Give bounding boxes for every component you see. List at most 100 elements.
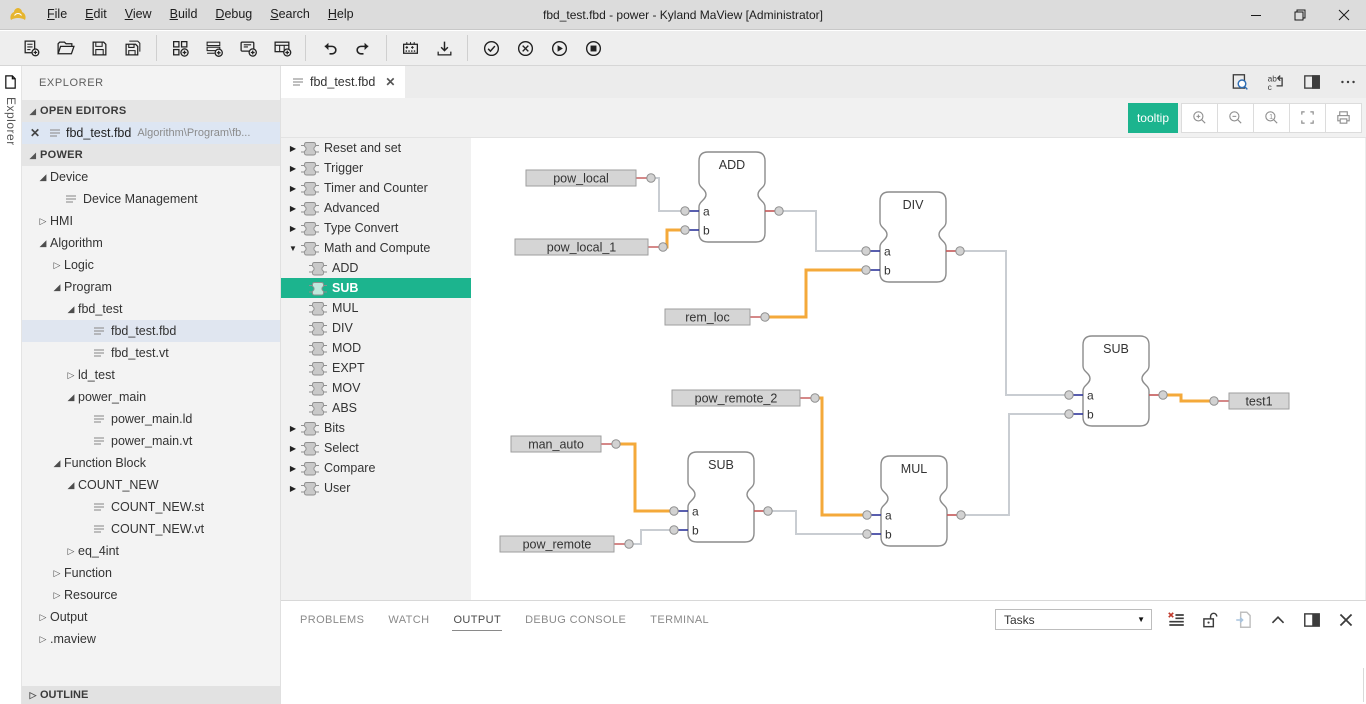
input-port-icon[interactable] (862, 247, 870, 255)
zoom-out-button[interactable] (1217, 103, 1254, 133)
library-item-add[interactable]: ADD (281, 258, 471, 278)
new-project-button[interactable] (163, 34, 197, 62)
zoom-in-button[interactable] (1181, 103, 1218, 133)
label-port-icon[interactable] (1210, 397, 1218, 405)
tree-item-eq-4int[interactable]: ▷eq_4int (22, 540, 280, 562)
library-item-expt[interactable]: EXPT (281, 358, 471, 378)
menu-view[interactable]: View (116, 0, 161, 29)
clear-output-button[interactable] (1166, 610, 1186, 630)
input-port-icon[interactable] (863, 530, 871, 538)
fit-screen-button[interactable] (1289, 103, 1326, 133)
library-item-timer-and-counter[interactable]: ▶Timer and Counter (281, 178, 471, 198)
label-port-icon[interactable] (625, 540, 633, 548)
fbd-block-sub-sub1[interactable]: SUBab (1069, 336, 1163, 426)
menu-debug[interactable]: Debug (206, 0, 261, 29)
download-button[interactable] (427, 34, 461, 62)
library-item-reset-and-set[interactable]: ▶Reset and set (281, 138, 471, 158)
library-item-mod[interactable]: MOD (281, 338, 471, 358)
panel-tab-debug-console[interactable]: DEBUG CONSOLE (524, 609, 627, 630)
menu-help[interactable]: Help (319, 0, 363, 29)
chevron-expanded-icon[interactable]: ▼ (286, 244, 300, 253)
replace-icon[interactable]: abc (1266, 72, 1286, 92)
variable-label-pow_remote[interactable]: pow_remote (500, 536, 614, 552)
tree-item-device-management[interactable]: Device Management (22, 188, 280, 210)
output-port-icon[interactable] (1159, 391, 1167, 399)
menu-search[interactable]: Search (261, 0, 319, 29)
tree-item-ld-test[interactable]: ▷ld_test (22, 364, 280, 386)
preview-icon[interactable] (1230, 72, 1250, 92)
collapse-button[interactable] (1268, 610, 1288, 630)
panel-tab-problems[interactable]: PROBLEMS (299, 609, 365, 630)
run-button[interactable] (542, 34, 576, 62)
compile-button[interactable] (393, 34, 427, 62)
library-item-type-convert[interactable]: ▶Type Convert (281, 218, 471, 238)
library-item-advanced[interactable]: ▶Advanced (281, 198, 471, 218)
tree-item-device[interactable]: ◢Device (22, 166, 280, 188)
variable-label-man_auto[interactable]: man_auto (511, 436, 601, 452)
panel-tab-terminal[interactable]: TERMINAL (649, 609, 710, 630)
variable-label-pow_local[interactable]: pow_local (526, 170, 636, 186)
validate-button[interactable] (474, 34, 508, 62)
save-all-button[interactable] (116, 34, 150, 62)
library-item-sub[interactable]: SUB (281, 278, 471, 298)
input-port-icon[interactable] (681, 207, 689, 215)
output-scrollbar[interactable] (1363, 668, 1364, 702)
label-port-icon[interactable] (811, 394, 819, 402)
tree-item-output[interactable]: ▷Output (22, 606, 280, 628)
tasks-dropdown[interactable]: Tasks ▼ (995, 609, 1152, 630)
more-icon[interactable] (1338, 72, 1358, 92)
library-item-mov[interactable]: MOV (281, 378, 471, 398)
library-item-math-and-compute[interactable]: ▼Math and Compute (281, 238, 471, 258)
menu-edit[interactable]: Edit (76, 0, 116, 29)
stop-button[interactable] (576, 34, 610, 62)
wire[interactable] (650, 178, 685, 211)
wire-highlighted[interactable] (814, 398, 867, 515)
chevron-collapsed-icon[interactable]: ▶ (286, 224, 300, 233)
add-screen-button[interactable] (231, 34, 265, 62)
menu-file[interactable]: File (38, 0, 76, 29)
fbd-canvas[interactable]: pow_localpow_local_1rem_locpow_remote_2m… (471, 138, 1366, 600)
label-port-icon[interactable] (761, 313, 769, 321)
open-editor-item[interactable]: ✕fbd_test.fbdAlgorithm\Program\fb... (22, 122, 280, 144)
activity-bar-label[interactable]: Explorer (4, 97, 18, 146)
tree-item-program[interactable]: ◢Program (22, 276, 280, 298)
fbd-block-div-div1[interactable]: DIVab (866, 192, 960, 282)
tree-item-power-main[interactable]: ◢power_main (22, 386, 280, 408)
chevron-collapsed-icon[interactable]: ▶ (286, 484, 300, 493)
output-port-icon[interactable] (764, 507, 772, 515)
label-port-icon[interactable] (659, 243, 667, 251)
library-item-select[interactable]: ▶Select (281, 438, 471, 458)
output-port-icon[interactable] (775, 207, 783, 215)
wire-highlighted[interactable] (1163, 395, 1214, 401)
tree-item-power-main-ld[interactable]: power_main.ld (22, 408, 280, 430)
library-item-user[interactable]: ▶User (281, 478, 471, 498)
input-port-icon[interactable] (863, 511, 871, 519)
tree-item--maview[interactable]: ▷.maview (22, 628, 280, 650)
unlock-button[interactable] (1200, 610, 1220, 630)
variable-label-pow_local_1[interactable]: pow_local_1 (515, 239, 648, 255)
tree-item-fbd-test-fbd[interactable]: fbd_test.fbd (22, 320, 280, 342)
library-item-mul[interactable]: MUL (281, 298, 471, 318)
input-port-icon[interactable] (670, 507, 678, 515)
library-item-trigger[interactable]: ▶Trigger (281, 158, 471, 178)
variable-label-test1[interactable]: test1 (1229, 393, 1289, 409)
input-port-icon[interactable] (670, 526, 678, 534)
outline-header[interactable]: ▷ OUTLINE (22, 686, 280, 704)
project-header[interactable]: ◢ POWER (22, 144, 280, 166)
output-port-icon[interactable] (957, 511, 965, 519)
fbd-block-add-add1[interactable]: ADDab (685, 152, 779, 242)
wire[interactable] (779, 211, 866, 251)
close-editor-icon[interactable]: ✕ (30, 126, 46, 140)
panel-right-button[interactable] (1302, 610, 1322, 630)
close-panel-button[interactable] (1336, 610, 1356, 630)
import-button[interactable] (1234, 610, 1254, 630)
tree-item-power-main-vt[interactable]: power_main.vt (22, 430, 280, 452)
input-port-icon[interactable] (862, 266, 870, 274)
tree-item-logic[interactable]: ▷Logic (22, 254, 280, 276)
file-icon[interactable] (3, 74, 21, 93)
tree-item-function-block[interactable]: ◢Function Block (22, 452, 280, 474)
fbd-block-sub-sub2[interactable]: SUBab (674, 452, 768, 542)
library-item-compare[interactable]: ▶Compare (281, 458, 471, 478)
wire[interactable] (960, 251, 1069, 395)
tree-item-fbd-test-vt[interactable]: fbd_test.vt (22, 342, 280, 364)
